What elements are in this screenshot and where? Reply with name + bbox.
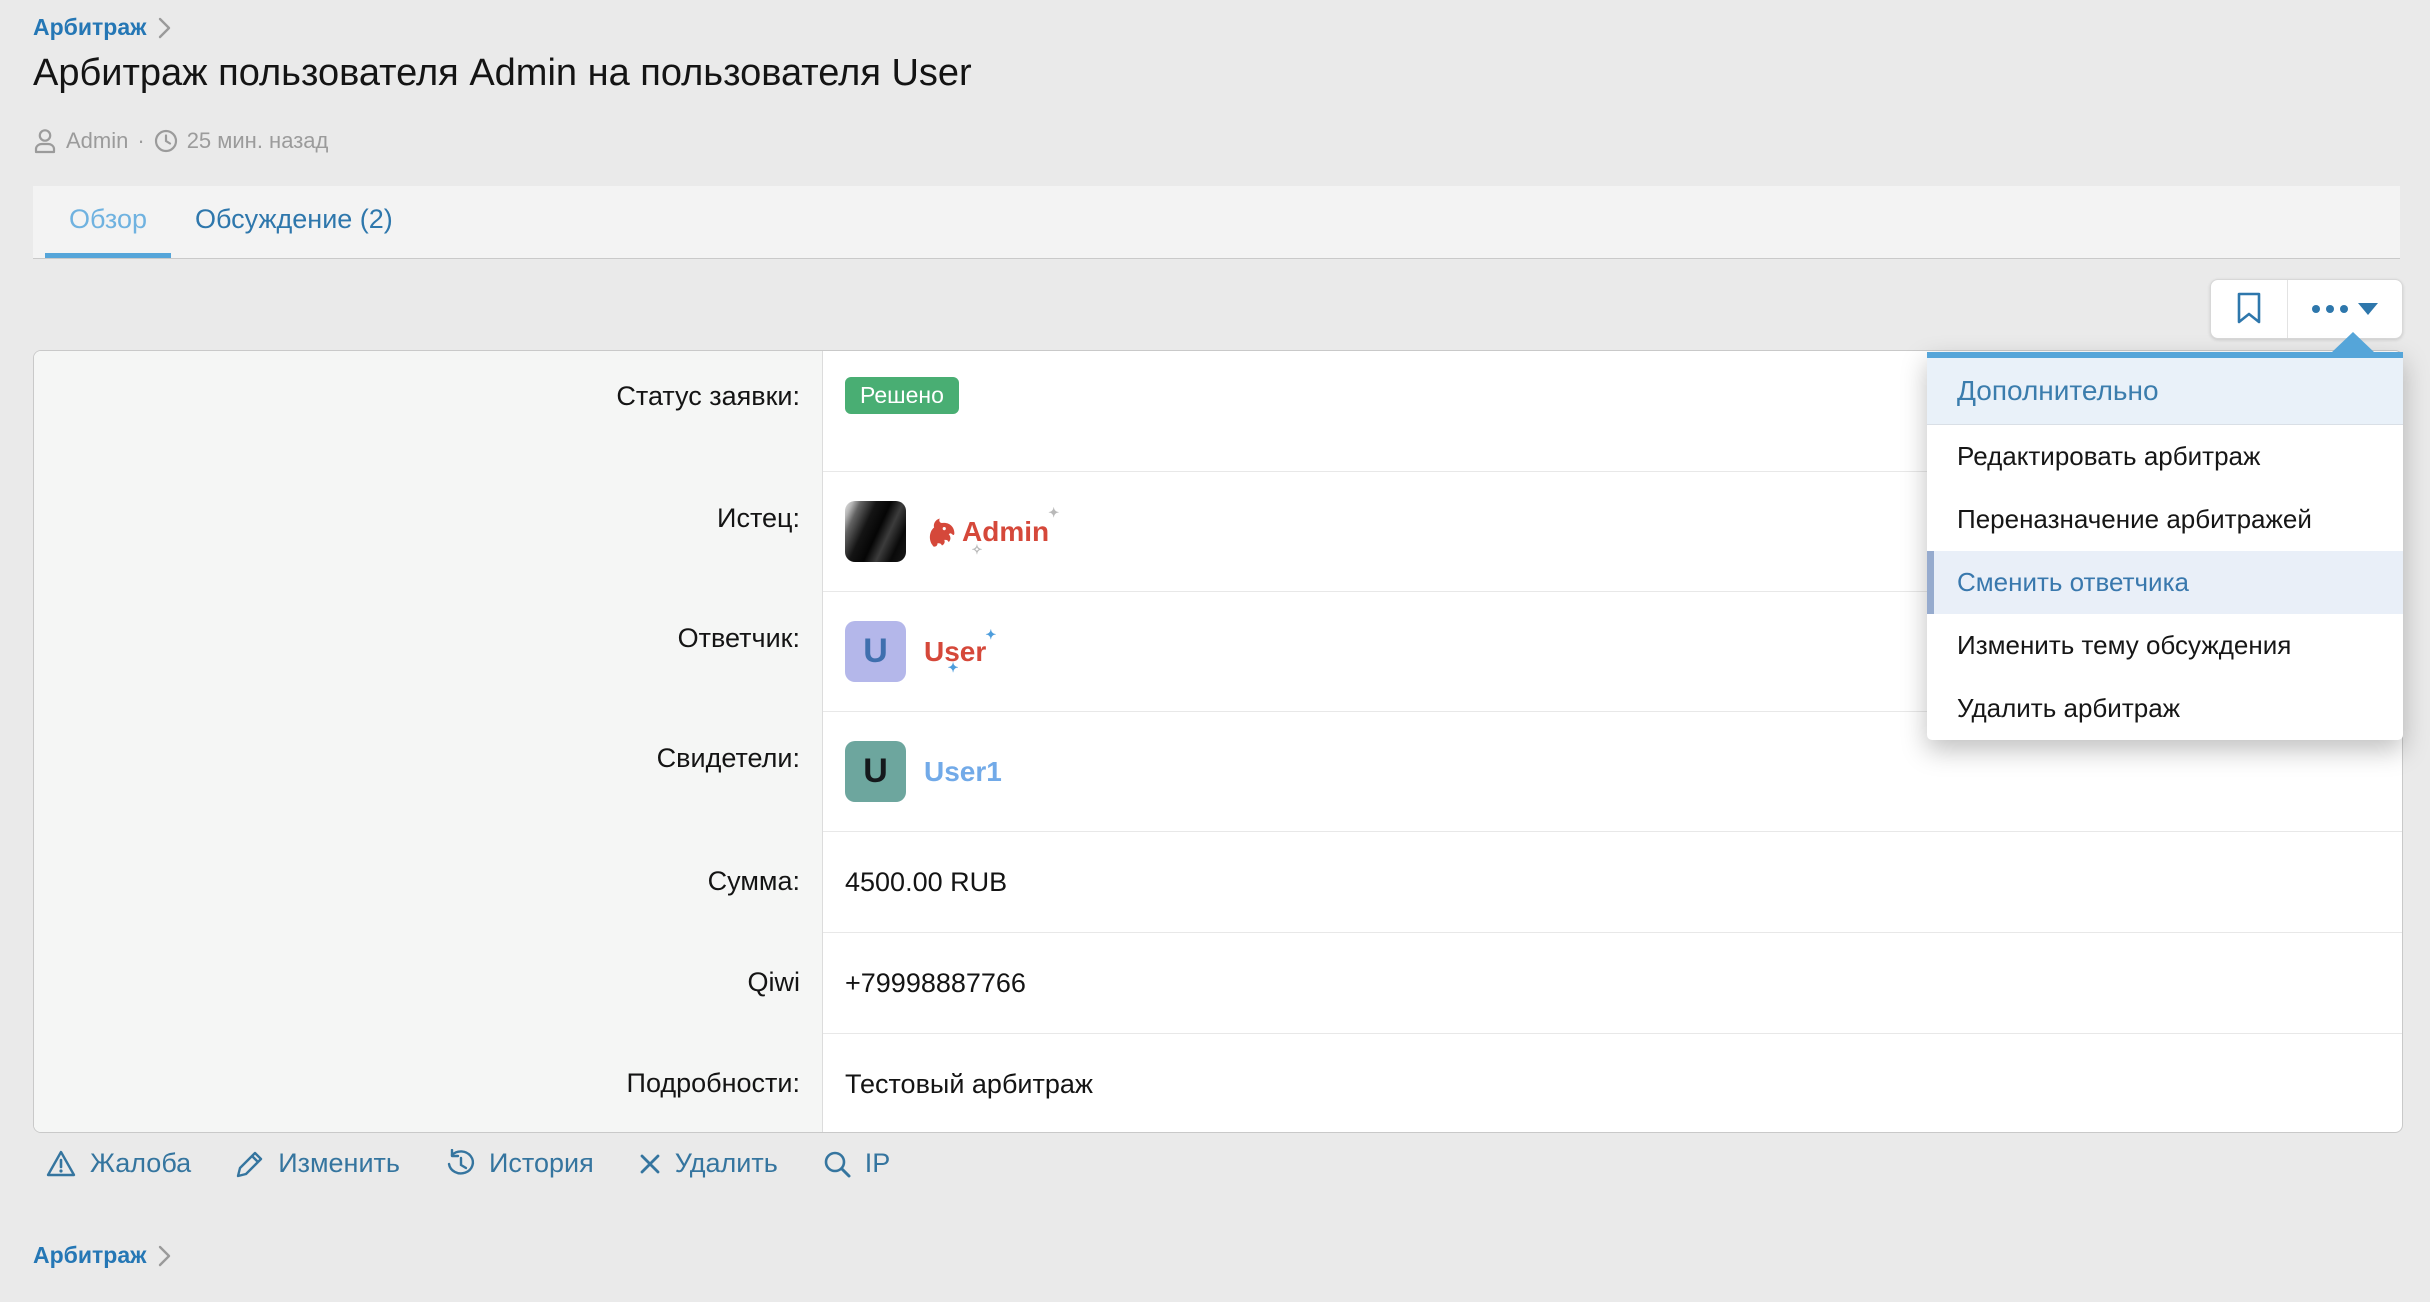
avatar-user[interactable]: U (845, 621, 906, 682)
toolbar (2210, 279, 2403, 339)
pencil-icon (235, 1149, 265, 1179)
sparkle-icon: ✦ (985, 628, 996, 641)
sparkle-icon: ✦ (1048, 506, 1059, 519)
person-icon (33, 128, 57, 154)
detail-row-qiwi: Qiwi +79998887766 (34, 932, 2402, 1033)
menu-item-reassign-arbitrages[interactable]: Переназначение арбитражей (1927, 488, 2403, 551)
report-button[interactable]: Жалоба (45, 1148, 191, 1179)
history-icon (444, 1149, 476, 1179)
chevron-right-icon (158, 1245, 171, 1267)
row-label: Подробности: (34, 1033, 823, 1133)
breadcrumb: Арбитраж (33, 14, 171, 41)
more-menu-button[interactable] (2287, 280, 2402, 338)
timestamp[interactable]: 25 мин. назад (187, 128, 329, 154)
row-label: Истец: (34, 471, 823, 591)
row-value: +79998887766 (823, 932, 2402, 1033)
action-label: Удалить (675, 1148, 778, 1179)
action-label: IP (865, 1148, 891, 1179)
x-icon (638, 1152, 662, 1176)
sparkle-icon: ✦ (948, 661, 959, 674)
menu-item-change-topic[interactable]: Изменить тему обсуждения (1927, 614, 2403, 677)
meta-separator: · (137, 128, 144, 154)
search-icon (822, 1149, 852, 1179)
caret-up-icon (2331, 332, 2375, 353)
avatar-user1[interactable]: U (845, 741, 906, 802)
ellipsis-icon (2312, 305, 2348, 313)
status-badge: Решено (845, 377, 959, 414)
dragon-icon (924, 514, 960, 550)
menu-item-delete-arbitrage[interactable]: Удалить арбитраж (1927, 677, 2403, 740)
ip-button[interactable]: IP (822, 1148, 891, 1179)
user-link-user[interactable]: User ✦ ✦ (924, 636, 986, 668)
menu-header: Дополнительно (1927, 358, 2403, 425)
action-bar: Жалоба Изменить История Удалить IP (45, 1148, 890, 1179)
delete-button[interactable]: Удалить (638, 1148, 778, 1179)
history-button[interactable]: История (444, 1148, 594, 1179)
row-label: Свидетели: (34, 711, 823, 831)
tab-bar: Обзор Обсуждение (2) (33, 186, 2400, 259)
bookmark-button[interactable] (2211, 280, 2287, 338)
bookmark-icon (2235, 291, 2263, 328)
row-label: Qiwi (34, 932, 823, 1033)
avatar-initial: U (863, 752, 888, 791)
breadcrumb-bottom: Арбитраж (33, 1242, 171, 1269)
edit-button[interactable]: Изменить (235, 1148, 400, 1179)
menu-item-change-defendant[interactable]: Сменить ответчика (1927, 551, 2403, 614)
breadcrumb-link-arbitrage[interactable]: Арбитраж (33, 1242, 146, 1269)
row-value: Тестовый арбитраж (823, 1033, 2402, 1133)
more-menu-dropdown: Дополнительно Редактировать арбитраж Пер… (1927, 352, 2403, 740)
sparkle-icon: ✧ (972, 543, 983, 556)
action-label: Жалоба (90, 1148, 191, 1179)
clock-icon (154, 129, 178, 153)
page-title: Арбитраж пользователя Admin на пользоват… (33, 52, 972, 95)
breadcrumb-link-arbitrage[interactable]: Арбитраж (33, 14, 146, 41)
row-value: 4500.00 RUB (823, 831, 2402, 932)
detail-row-amount: Сумма: 4500.00 RUB (34, 831, 2402, 932)
row-label: Сумма: (34, 831, 823, 932)
user-link-admin[interactable]: Admin ✦ ✧ (924, 514, 1049, 550)
caret-down-icon (2358, 303, 2378, 315)
username: User1 (924, 756, 1002, 788)
action-label: Изменить (278, 1148, 400, 1179)
avatar-initial: U (863, 632, 888, 671)
page-meta: Admin · 25 мин. назад (33, 128, 328, 154)
tab-overview[interactable]: Обзор (45, 186, 171, 258)
warning-icon (45, 1149, 77, 1179)
page: Арбитраж Арбитраж пользователя Admin на … (0, 0, 2430, 1302)
chevron-right-icon (158, 17, 171, 39)
menu-item-edit-arbitrage[interactable]: Редактировать арбитраж (1927, 425, 2403, 488)
user-link-user1[interactable]: User1 (924, 756, 1002, 788)
avatar-admin[interactable] (845, 501, 906, 562)
action-label: История (489, 1148, 594, 1179)
row-label: Ответчик: (34, 591, 823, 711)
row-label: Статус заявки: (34, 351, 823, 471)
detail-row-details: Подробности: Тестовый арбитраж (34, 1033, 2402, 1133)
tab-discussion[interactable]: Обсуждение (2) (171, 186, 417, 258)
author-name[interactable]: Admin (66, 128, 128, 154)
